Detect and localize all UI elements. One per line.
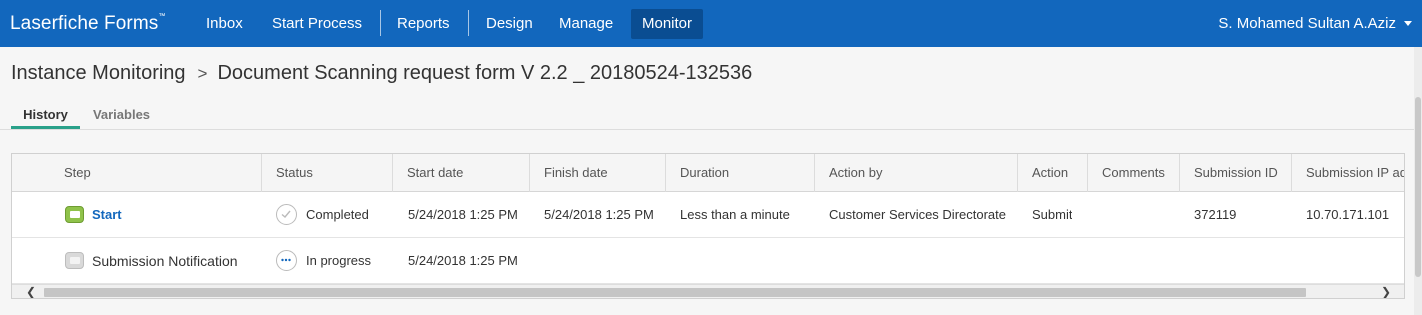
user-menu[interactable]: S. Mohamed Sultan A.Aziz [1218, 9, 1396, 39]
col-submission-ip[interactable]: Submission IP ad [1292, 154, 1404, 192]
breadcrumb-separator-icon: > [197, 64, 208, 83]
col-submission-id[interactable]: Submission ID [1180, 154, 1292, 192]
nav-design[interactable]: Design [475, 9, 544, 39]
submission-id: 372119 [1194, 207, 1237, 222]
top-nav-bar: Laserfiche Forms™ Inbox Start Process Re… [0, 0, 1422, 47]
step-name: Submission Notification [92, 253, 238, 269]
horizontal-scrollbar[interactable]: ❮ ❯ [12, 284, 1404, 299]
col-action-by[interactable]: Action by [815, 154, 1018, 192]
col-duration[interactable]: Duration [666, 154, 815, 192]
history-table: Step Status Start date Finish date Durat… [11, 153, 1405, 299]
col-status[interactable]: Status [262, 154, 393, 192]
finish-date: 5/24/2018 1:25 PM [544, 207, 654, 222]
trademark: ™ [158, 12, 166, 20]
col-action[interactable]: Action [1018, 154, 1088, 192]
breadcrumb: Instance Monitoring > Document Scanning re… [11, 62, 752, 85]
chevron-down-icon[interactable] [1404, 21, 1412, 26]
col-finish-date[interactable]: Finish date [530, 154, 666, 192]
tab-history[interactable]: History [11, 103, 80, 129]
scroll-right-icon[interactable]: ❯ [1379, 286, 1393, 299]
start-date: 5/24/2018 1:25 PM [408, 253, 518, 268]
action: Submit [1032, 207, 1073, 222]
duration: Less than a minute [680, 207, 790, 222]
tab-divider [0, 129, 1422, 130]
table-row: Start Completed 5/24/2018 1:25 PM 5/24/2… [12, 192, 1404, 238]
nav-reports[interactable]: Reports [386, 9, 461, 39]
col-start-date[interactable]: Start date [393, 154, 530, 192]
step-name: Start [78, 192, 122, 238]
table-row: Submission Notification In progress 5/24… [12, 238, 1404, 284]
nav-start-process[interactable]: Start Process [261, 9, 373, 39]
vertical-scrollbar[interactable] [1414, 47, 1422, 315]
nav-monitor[interactable]: Monitor [631, 9, 704, 39]
nav-manage[interactable]: Manage [548, 9, 624, 39]
table-header: Step Status Start date Finish date Durat… [12, 154, 1404, 192]
col-step[interactable]: Step [12, 154, 262, 192]
submission-ip: 10.70.171.101 [1306, 207, 1390, 222]
brand-name: Laserfiche Forms [10, 13, 159, 34]
breadcrumb-instance-monitoring[interactable]: Instance Monitoring [11, 62, 186, 84]
scrollbar-thumb[interactable] [44, 288, 1306, 297]
comments [1088, 192, 1102, 238]
app-logo[interactable]: Laserfiche Forms™ [10, 13, 165, 35]
col-comments[interactable]: Comments [1088, 154, 1180, 192]
nav-divider [380, 10, 381, 36]
vertical-scrollbar-thumb[interactable] [1415, 97, 1421, 277]
status-text: Completed [306, 207, 369, 222]
action-by: Customer Services Directorate [829, 207, 1006, 222]
step-link-start[interactable]: Start [92, 207, 122, 222]
nav-inbox[interactable]: Inbox [195, 9, 254, 39]
tab-variables[interactable]: Variables [91, 103, 152, 129]
start-date: 5/24/2018 1:25 PM [408, 207, 518, 222]
scroll-left-icon[interactable]: ❮ [24, 286, 38, 299]
nav-divider [468, 10, 469, 36]
page-title: Document Scanning request form V 2.2 _ 2… [217, 62, 753, 84]
status-text: In progress [306, 253, 372, 268]
